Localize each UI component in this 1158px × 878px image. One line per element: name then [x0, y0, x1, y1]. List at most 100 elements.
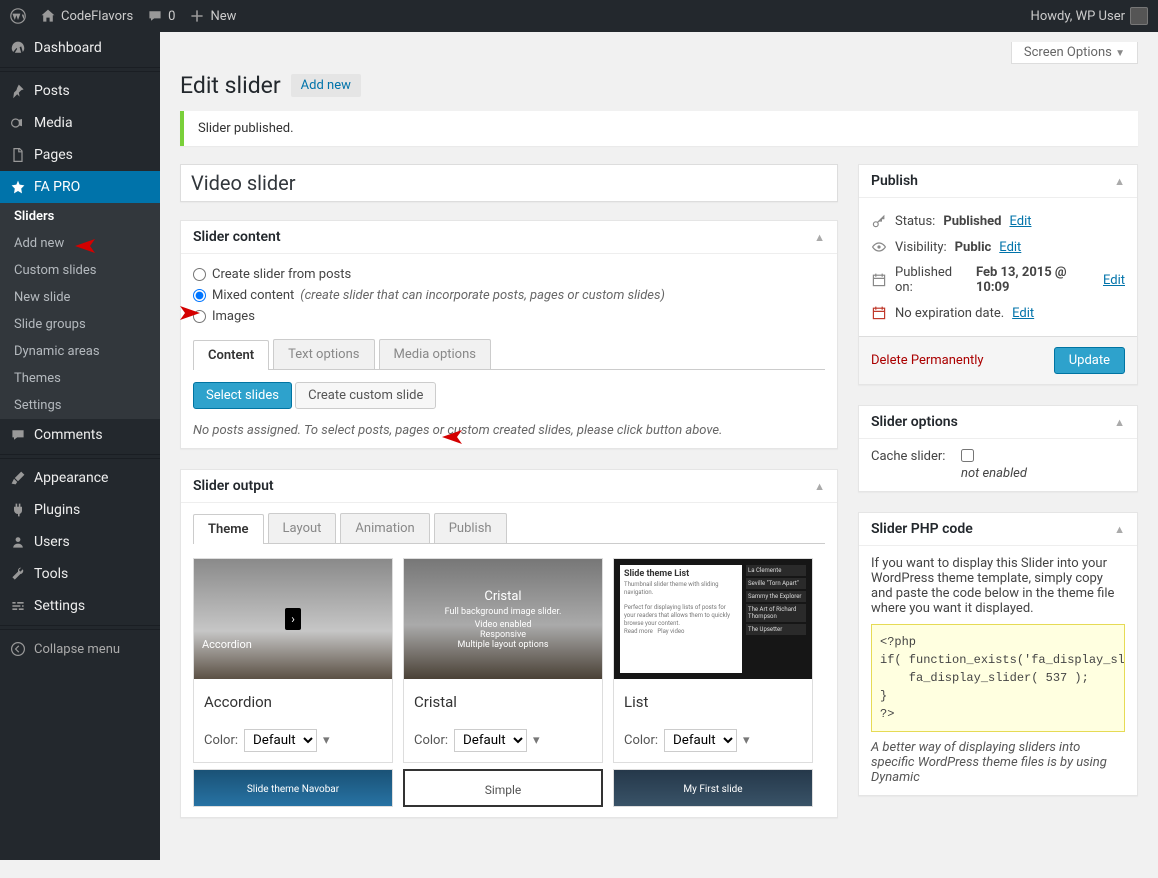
comment-icon: [10, 427, 26, 443]
php-code-block[interactable]: <?php if( function_exists('fa_display_sl…: [871, 624, 1125, 732]
create-custom-slide-button[interactable]: Create custom slide: [295, 382, 436, 409]
calendar-icon: [871, 272, 887, 288]
menu-fapro[interactable]: FA PRO: [0, 171, 160, 203]
eye-icon: [871, 239, 887, 255]
theme-color-select[interactable]: Default: [454, 729, 527, 752]
edit-expiration-link[interactable]: Edit: [1012, 306, 1034, 321]
cache-slider-checkbox[interactable]: [961, 449, 974, 462]
chevron-down-icon: ▾: [743, 733, 750, 748]
menu-posts[interactable]: Posts: [0, 75, 160, 107]
tab-animation[interactable]: Animation: [340, 513, 429, 543]
wp-logo[interactable]: [10, 8, 26, 24]
site-name-link[interactable]: CodeFlavors: [40, 8, 133, 24]
radio-create-from-posts[interactable]: Create slider from posts: [193, 264, 825, 285]
menu-dashboard[interactable]: Dashboard: [0, 32, 160, 64]
menu-media[interactable]: Media: [0, 107, 160, 139]
panel-title-publish[interactable]: Publish ▲: [859, 165, 1137, 198]
output-tabs: Theme Layout Animation Publish: [193, 513, 825, 544]
delete-permanently-link[interactable]: Delete Permanently: [871, 353, 984, 368]
menu-plugins[interactable]: Plugins: [0, 494, 160, 526]
wrench-icon: [10, 566, 26, 582]
menu-users[interactable]: Users: [0, 526, 160, 558]
tab-theme[interactable]: Theme: [193, 514, 264, 544]
star-icon: [10, 179, 26, 195]
page-title: Edit slider Add new: [180, 72, 1138, 99]
brush-icon: [10, 470, 26, 486]
sliders-icon: [10, 598, 26, 614]
theme-card[interactable]: Simple: [403, 769, 603, 807]
edit-status-link[interactable]: Edit: [1009, 214, 1031, 229]
theme-name: Cristal: [404, 679, 602, 725]
no-posts-hint: No posts assigned. To select posts, page…: [193, 423, 825, 438]
chevron-down-icon: ▾: [533, 733, 540, 748]
panel-slider-output: Slider output ▲ Theme Layout Animation P…: [180, 469, 838, 818]
slider-name-input[interactable]: [180, 164, 838, 202]
admin-toolbar: CodeFlavors 0 New Howdy, WP User: [0, 0, 1158, 32]
theme-card[interactable]: My First slide: [613, 769, 813, 807]
theme-color-select[interactable]: Default: [664, 729, 737, 752]
submenu-dynamic-areas[interactable]: Dynamic areas: [0, 338, 160, 365]
update-button[interactable]: Update: [1054, 347, 1125, 374]
theme-name: Accordion: [194, 679, 392, 725]
theme-card-list[interactable]: Slide theme List Thumbnail slider theme …: [613, 558, 813, 763]
panel-title-slider-options[interactable]: Slider options ▲: [859, 406, 1137, 439]
panel-toggle-icon: ▲: [814, 480, 825, 493]
collapse-icon: [10, 641, 26, 657]
panel-slider-content: Slider content ▲ Create slider from post…: [180, 220, 838, 449]
panel-toggle-icon: ▲: [1114, 175, 1125, 188]
tab-layout[interactable]: Layout: [268, 513, 337, 543]
chevron-down-icon: ▼: [1115, 48, 1125, 59]
theme-name: List: [614, 679, 812, 725]
submenu-slide-groups[interactable]: Slide groups: [0, 311, 160, 338]
panel-title-php-code[interactable]: Slider PHP code ▲: [859, 513, 1137, 546]
panel-title-slider-content[interactable]: Slider content ▲: [181, 221, 837, 254]
calendar-red-icon: [871, 305, 887, 321]
theme-card[interactable]: Slide theme Navobar: [193, 769, 393, 807]
content-tabs: Content Text options Media options: [193, 339, 825, 370]
panel-php-code: Slider PHP code ▲ If you want to display…: [858, 512, 1138, 796]
submenu-settings[interactable]: Settings: [0, 392, 160, 419]
screen-options-toggle[interactable]: Screen Options ▼: [1011, 42, 1138, 64]
menu-tools[interactable]: Tools: [0, 558, 160, 590]
php-note: A better way of displaying sliders into …: [871, 740, 1125, 785]
theme-color-select[interactable]: Default: [244, 729, 317, 752]
submenu-sliders[interactable]: Sliders: [0, 203, 160, 230]
tab-content[interactable]: Content: [193, 340, 269, 370]
submenu-add-new[interactable]: Add new: [0, 230, 160, 257]
edit-visibility-link[interactable]: Edit: [999, 240, 1021, 255]
radio-images[interactable]: Images: [193, 306, 825, 327]
edit-date-link[interactable]: Edit: [1103, 273, 1125, 288]
pin-icon: [10, 83, 26, 99]
plus-icon: [189, 8, 205, 24]
submenu-new-slide[interactable]: New slide: [0, 284, 160, 311]
collapse-menu[interactable]: Collapse menu: [0, 633, 160, 665]
theme-card-accordion[interactable]: Accordion› Accordion Color: Default ▾: [193, 558, 393, 763]
tab-media-options[interactable]: Media options: [379, 339, 491, 369]
site-name: CodeFlavors: [61, 9, 133, 24]
submenu-themes[interactable]: Themes: [0, 365, 160, 392]
add-new-button[interactable]: Add new: [291, 74, 361, 97]
comment-icon: [147, 8, 163, 24]
panel-toggle-icon: ▲: [814, 231, 825, 244]
menu-pages[interactable]: Pages: [0, 139, 160, 171]
dashboard-icon: [10, 40, 26, 56]
theme-card-cristal[interactable]: Cristal Full background image slider. Vi…: [403, 558, 603, 763]
php-intro: If you want to display this Slider into …: [871, 556, 1125, 616]
new-content-link[interactable]: New: [189, 8, 236, 24]
menu-settings[interactable]: Settings: [0, 590, 160, 622]
panel-title-slider-output[interactable]: Slider output ▲: [181, 470, 837, 503]
menu-appearance[interactable]: Appearance: [0, 462, 160, 494]
radio-mixed-content[interactable]: Mixed content (create slider that can in…: [193, 285, 825, 306]
panel-slider-options: Slider options ▲ Cache slider: not enabl…: [858, 405, 1138, 492]
key-icon: [871, 213, 887, 229]
submenu-custom-slides[interactable]: Custom slides: [0, 257, 160, 284]
menu-comments[interactable]: Comments: [0, 419, 160, 451]
comments-link[interactable]: 0: [147, 8, 175, 24]
select-slides-button[interactable]: Select slides: [193, 382, 292, 409]
user-greeting[interactable]: Howdy, WP User: [1031, 7, 1148, 25]
panel-publish: Publish ▲ Status: Published Edit Visibil…: [858, 164, 1138, 385]
tab-publish[interactable]: Publish: [434, 513, 507, 543]
notice-published: Slider published.: [180, 111, 1138, 146]
tab-text-options[interactable]: Text options: [273, 339, 374, 369]
fapro-submenu: Sliders Add new Custom slides New slide …: [0, 203, 160, 419]
